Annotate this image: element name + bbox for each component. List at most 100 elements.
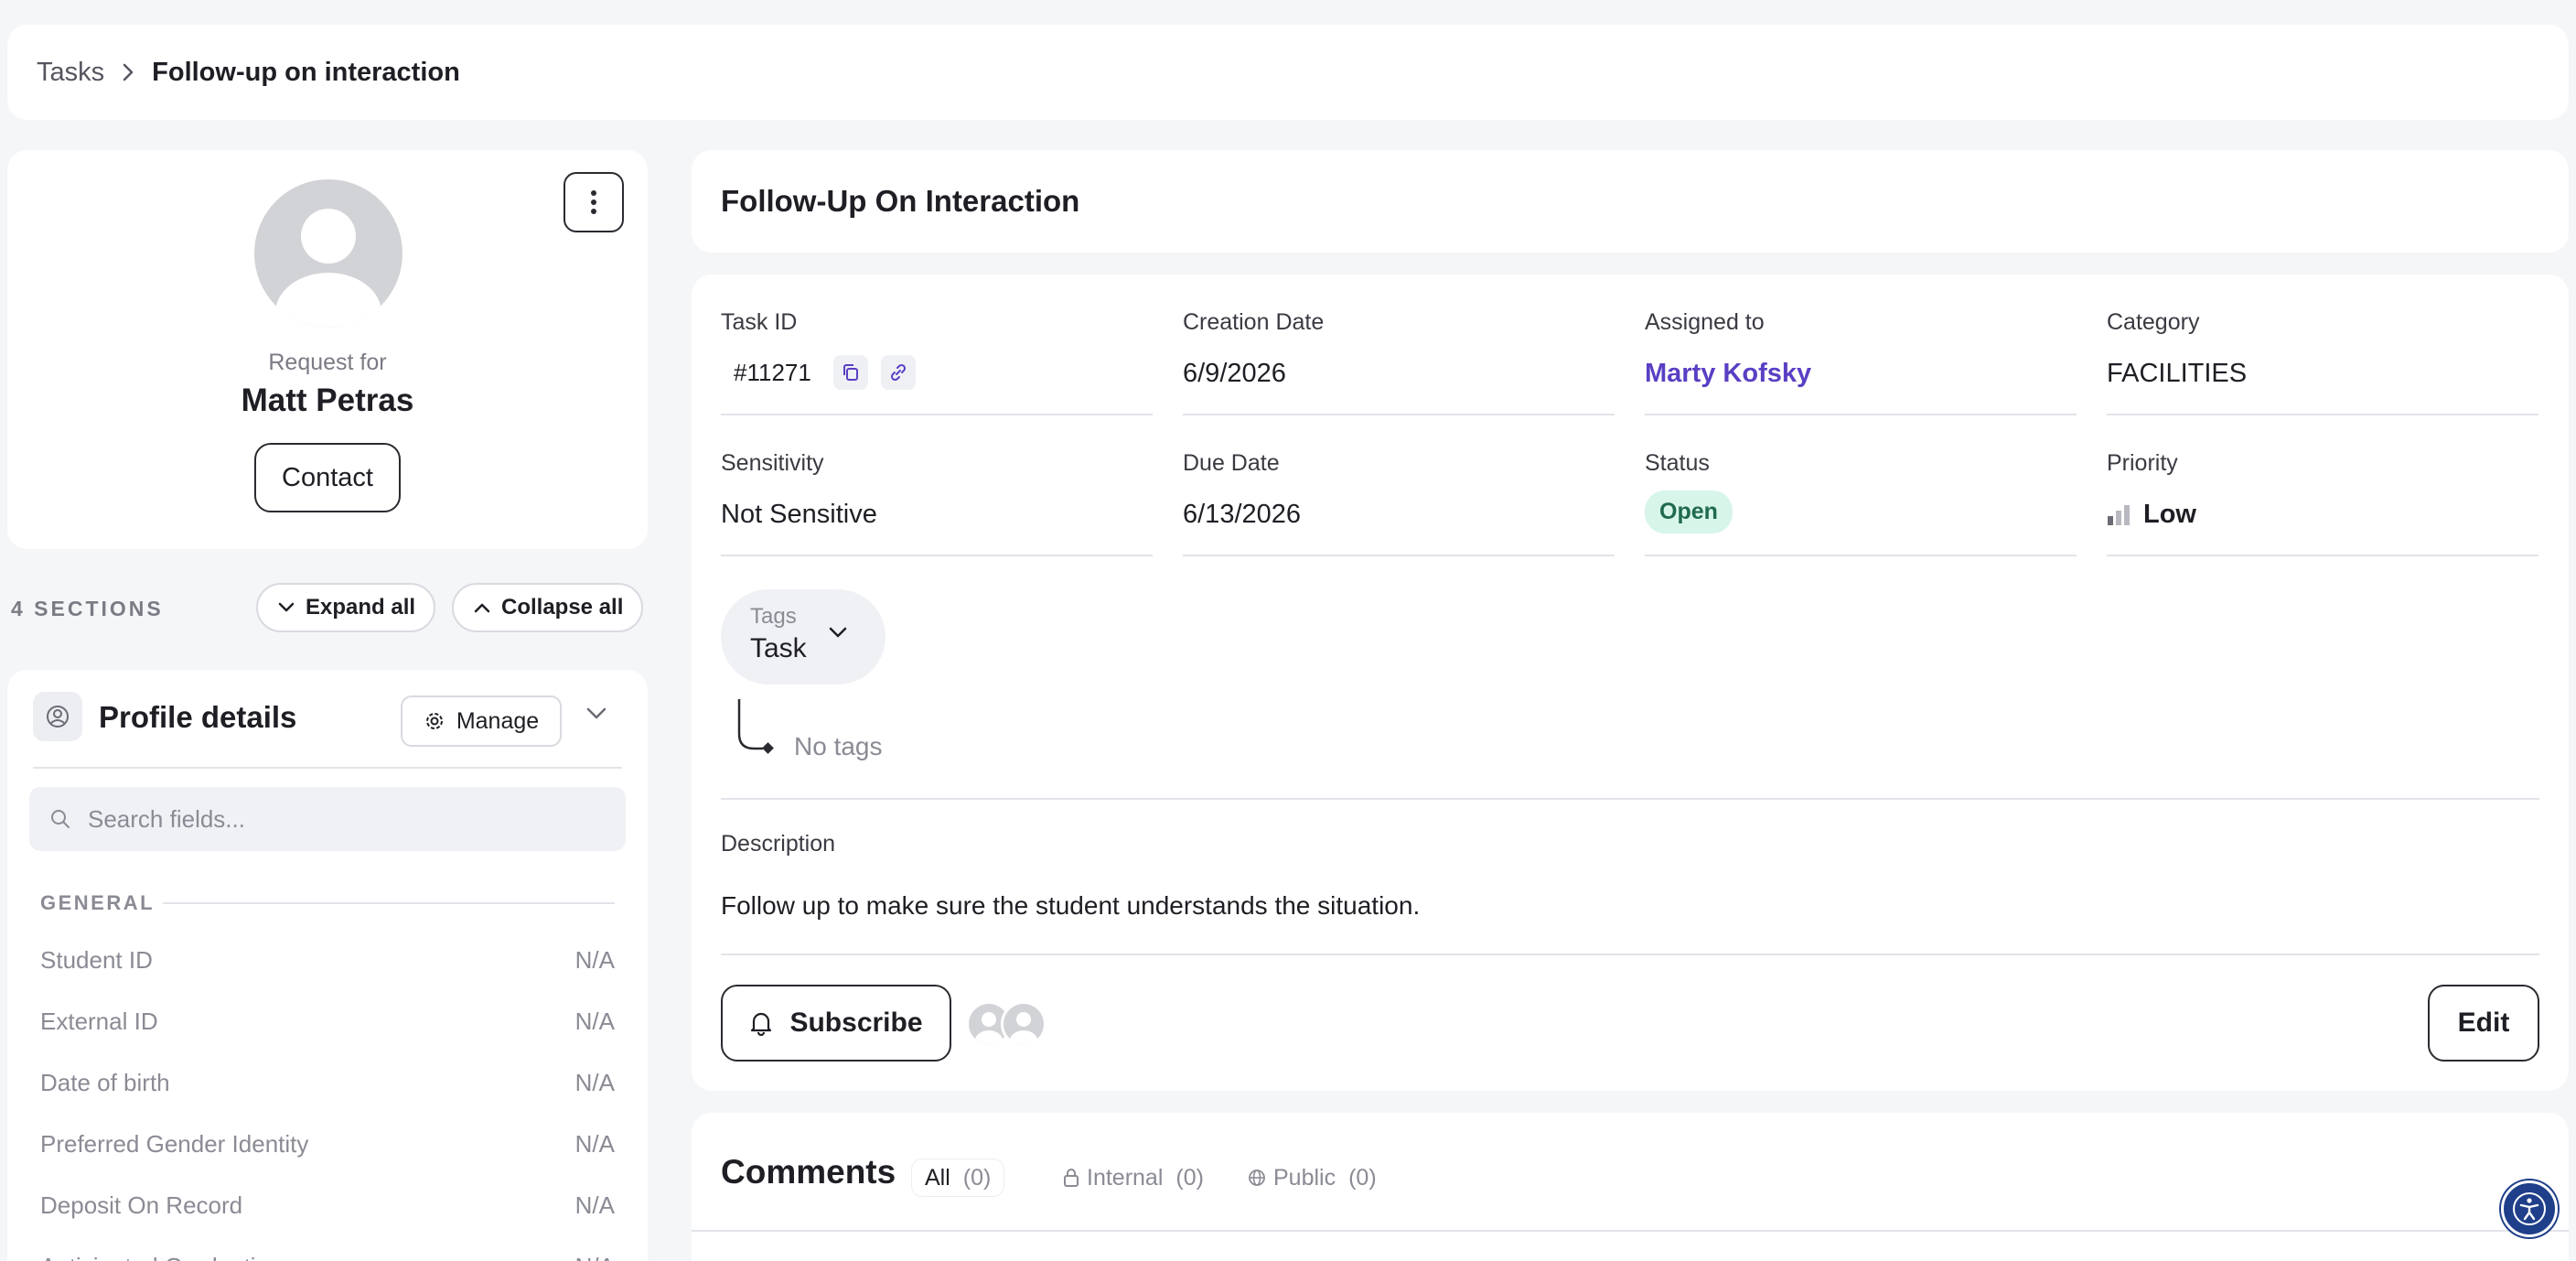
field-value: N/A <box>574 946 615 974</box>
divider <box>1645 555 2077 556</box>
due-date-label: Due Date <box>1183 450 1280 476</box>
tab-count: (0) <box>962 1164 992 1191</box>
subscriber-avatars <box>966 1001 1050 1047</box>
category-field: Category FACILITIES <box>2107 309 2538 415</box>
more-options-button[interactable] <box>564 172 624 232</box>
description-text: Follow up to make sure the student under… <box>721 891 1421 920</box>
field-label: Deposit On Record <box>40 1191 243 1219</box>
divider <box>1183 555 1615 556</box>
gear-icon <box>425 713 443 729</box>
chevron-down-icon <box>278 602 295 612</box>
field-row: Date of birth N/A <box>40 1069 615 1097</box>
field-value: N/A <box>574 1008 615 1035</box>
field-row: Student ID N/A <box>40 946 615 975</box>
task-details-card: Task ID #11271 Creation Date 6/9/2026 As… <box>692 275 2569 1091</box>
divider <box>33 767 622 769</box>
chevron-up-icon <box>474 603 490 613</box>
accessibility-button[interactable] <box>2501 1180 2558 1237</box>
copy-icon[interactable] <box>832 355 868 390</box>
divider <box>163 902 615 904</box>
task-id-value: #11271 <box>734 358 811 386</box>
collapse-all-button[interactable]: Collapse all <box>452 583 644 632</box>
collapse-all-label: Collapse all <box>501 595 624 620</box>
category-label: Category <box>2107 309 2200 335</box>
divider <box>1645 414 2077 415</box>
tags-label: Tags <box>750 604 797 629</box>
tab-label: Internal <box>1087 1164 1164 1191</box>
contact-button[interactable]: Contact <box>254 443 401 512</box>
chevron-right-icon <box>104 61 152 83</box>
assignee-link[interactable]: Marty Kofsky <box>1645 359 1811 389</box>
divider <box>721 798 2539 800</box>
field-row: External ID N/A <box>40 1008 615 1036</box>
creation-date-field: Creation Date 6/9/2026 <box>1183 309 1615 415</box>
link-icon[interactable] <box>880 355 916 390</box>
expand-all-button[interactable]: Expand all <box>256 583 436 632</box>
status-badge: Open <box>1645 490 1733 534</box>
divider <box>721 555 1153 556</box>
manage-label: Manage <box>456 707 540 734</box>
task-id-label: Task ID <box>721 309 798 335</box>
divider <box>2107 555 2538 556</box>
task-title-card: Follow-Up On Interaction <box>692 150 2569 253</box>
search-fields-input[interactable] <box>88 804 600 834</box>
comments-card: Comments All (0) Internal (0) Public (0) <box>692 1113 2569 1261</box>
status-label: Status <box>1645 450 1710 476</box>
manage-button[interactable]: Manage <box>401 695 562 747</box>
field-row: Anticipated Graduation N/A <box>40 1253 615 1261</box>
globe-icon <box>1249 1169 1265 1186</box>
tab-count: (0) <box>1175 1164 1204 1191</box>
search-icon <box>51 810 70 828</box>
tab-public[interactable]: Public (0) <box>1235 1159 1390 1197</box>
request-card: Request for Matt Petras Contact <box>7 150 648 549</box>
priority-value: Low <box>2143 500 2196 529</box>
field-label: Date of birth <box>40 1069 170 1096</box>
divider <box>721 414 1153 415</box>
user-circle-icon <box>33 692 82 741</box>
breadcrumb-current: Follow-up on interaction <box>152 57 460 87</box>
field-value: N/A <box>574 1069 615 1096</box>
field-label: Anticipated Graduation <box>40 1253 283 1261</box>
priority-bars-icon <box>2108 504 2130 525</box>
divider <box>692 1230 2569 1232</box>
due-date-value: 6/13/2026 <box>1183 500 1302 529</box>
tab-all[interactable]: All (0) <box>911 1159 1005 1197</box>
divider <box>1183 414 1615 415</box>
priority-label: Priority <box>2107 450 2178 476</box>
comments-title: Comments <box>721 1153 896 1191</box>
lock-icon <box>1064 1169 1079 1187</box>
divider <box>2107 414 2538 415</box>
field-label: Student ID <box>40 946 153 974</box>
tags-dropdown[interactable]: Tags Task <box>721 589 886 684</box>
edit-button[interactable]: Edit <box>2428 985 2539 1062</box>
breadcrumb: Tasks Follow-up on interaction <box>7 25 2569 120</box>
due-date-field: Due Date 6/13/2026 <box>1183 450 1615 556</box>
divider <box>721 954 2539 955</box>
assigned-to-label: Assigned to <box>1645 309 1765 335</box>
status-field: Status Open <box>1645 450 2077 556</box>
sensitivity-field: Sensitivity Not Sensitive <box>721 450 1153 556</box>
field-label: External ID <box>40 1008 158 1035</box>
description-label: Description <box>721 831 836 857</box>
tab-internal[interactable]: Internal (0) <box>1050 1159 1217 1197</box>
sections-count: 4 SECTIONS <box>11 597 164 620</box>
breadcrumb-tasks-link[interactable]: Tasks <box>37 58 104 88</box>
field-value: N/A <box>574 1191 615 1219</box>
profile-details-title: Profile details <box>99 700 297 734</box>
bell-icon <box>751 1012 772 1036</box>
field-row: Deposit On Record N/A <box>40 1191 615 1220</box>
accessibility-icon <box>2513 1192 2546 1225</box>
sensitivity-label: Sensitivity <box>721 450 824 476</box>
priority-field: Priority Low <box>2107 450 2538 556</box>
search-box <box>29 787 626 851</box>
group-label-general: GENERAL <box>40 891 156 914</box>
avatar <box>254 179 402 328</box>
subscribe-button[interactable]: Subscribe <box>721 985 951 1062</box>
chevron-down-icon[interactable] <box>585 706 607 726</box>
field-row: Preferred Gender Identity N/A <box>40 1130 615 1159</box>
field-value: N/A <box>575 1253 615 1261</box>
assigned-to-field: Assigned to Marty Kofsky <box>1645 309 2077 415</box>
field-label: Preferred Gender Identity <box>40 1130 309 1158</box>
tag-connector-icon <box>737 699 774 754</box>
sensitivity-value: Not Sensitive <box>721 500 877 529</box>
